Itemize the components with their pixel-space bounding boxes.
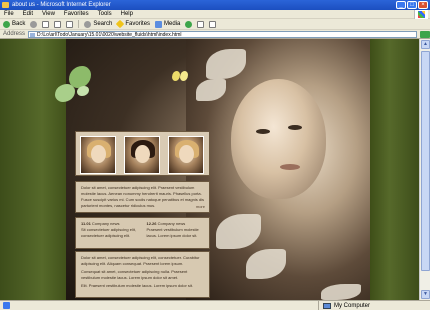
news-text: Praesent vestibulum molestie lacus. Lore… (146, 227, 199, 238)
stop-button[interactable] (42, 20, 50, 28)
status-bar: My Computer (0, 300, 430, 310)
news-title[interactable]: Company news (158, 221, 186, 226)
news-box: 11.01 Company news Sit consectetuer adip… (75, 217, 210, 249)
close-button[interactable]: × (418, 1, 428, 9)
windows-logo-icon (414, 10, 428, 19)
mail-button[interactable] (197, 20, 205, 28)
home-button[interactable] (66, 20, 74, 28)
menu-tools[interactable]: Tools (98, 11, 112, 17)
butterfly-yellow-icon (172, 69, 188, 85)
search-icon (84, 20, 92, 28)
maximize-button[interactable]: □ (407, 1, 417, 9)
print-icon (209, 20, 217, 28)
vertical-scrollbar[interactable]: ▲ ▼ (419, 39, 430, 300)
thumb-face (135, 145, 150, 163)
mail-icon (197, 20, 205, 28)
media-label: Media (164, 21, 181, 27)
security-zone: My Computer (318, 300, 371, 310)
back-button[interactable]: Back (3, 20, 26, 28)
refresh-button[interactable] (54, 20, 62, 28)
window-controls: _ □ × (396, 1, 428, 9)
thumbnail-2[interactable] (124, 136, 160, 174)
menu-favorites[interactable]: Favorites (64, 11, 89, 17)
go-button[interactable] (420, 30, 430, 38)
lips (280, 164, 300, 170)
right-page-background (370, 39, 419, 300)
back-arrow-icon (3, 20, 10, 28)
thumbnail-1[interactable] (80, 136, 116, 174)
news-item: 12.26 Company news Praesent vestibulum m… (147, 221, 205, 245)
favorites-label: Favorites (125, 21, 151, 27)
about-paragraph-2: Consequat sit amet, consectetuer adipisc… (81, 269, 188, 280)
news-title[interactable]: Company news (92, 221, 120, 226)
gallery-thumbnails (75, 131, 210, 176)
done-page-icon (3, 302, 10, 309)
menu-bar: File Edit View Favorites Tools Help (0, 10, 430, 19)
thumbnail-3[interactable] (168, 136, 204, 174)
thumb-face (179, 145, 194, 163)
butterfly-green-icon (55, 64, 100, 109)
minimize-button[interactable]: _ (396, 1, 406, 9)
star-icon (116, 19, 125, 29)
menu-help[interactable]: Help (121, 11, 133, 17)
address-url: D:\Lo\arl\Todo\January\15.01\0020\websit… (37, 31, 182, 38)
stop-icon (42, 20, 50, 28)
page-viewport: Dolor sit amet, consectetuer adipiscing … (0, 39, 419, 300)
toolbar: Back Search Favorites Media (0, 19, 430, 30)
menu-edit[interactable]: Edit (23, 11, 33, 17)
forward-arrow-icon (30, 20, 38, 28)
about-paragraph-3: Elit. Praesent vestibulum molestie lacus… (81, 283, 194, 288)
eye-right (288, 125, 302, 130)
media-icon (155, 20, 163, 28)
news-item: 11.01 Company news Sit consectetuer adip… (81, 221, 139, 245)
history-icon (185, 20, 193, 28)
zone-label: My Computer (334, 302, 371, 309)
print-button[interactable] (209, 20, 217, 28)
address-input[interactable]: D:\Lo\arl\Todo\January\15.01\0020\websit… (28, 30, 418, 38)
search-button[interactable]: Search (84, 20, 113, 28)
menu-file[interactable]: File (4, 11, 14, 17)
about-paragraph-1: Dolor sit amet, consectetuer adipiscing … (81, 255, 200, 266)
home-icon (66, 20, 74, 28)
intro-text: Dolor sit amet, consectetuer adipiscing … (81, 185, 204, 208)
news-text: Sit consectetuer adipiscing elit, consec… (81, 227, 136, 238)
menu-view[interactable]: View (42, 11, 55, 17)
scroll-down-button[interactable]: ▼ (421, 290, 430, 299)
page-icon (30, 32, 36, 37)
forward-button[interactable] (30, 20, 38, 28)
toolbar-separator (78, 20, 80, 28)
back-label: Back (12, 21, 26, 27)
more-link[interactable]: more (196, 204, 205, 210)
news-date: 12.26 (146, 221, 157, 226)
search-label: Search (93, 21, 113, 27)
about-box: Dolor sit amet, consectetuer adipiscing … (75, 251, 210, 298)
news-date: 11.01 (81, 221, 91, 226)
history-button[interactable] (185, 20, 193, 28)
thumb-face (91, 145, 106, 163)
window-title: about us - Microsoft Internet Explorer (12, 2, 111, 8)
refresh-icon (54, 20, 62, 28)
scroll-up-button[interactable]: ▲ (421, 40, 430, 49)
window-titlebar: about us - Microsoft Internet Explorer _… (0, 0, 430, 10)
eye-left (256, 129, 270, 134)
computer-icon (323, 302, 331, 309)
intro-box: Dolor sit amet, consectetuer adipiscing … (75, 181, 210, 213)
media-button[interactable]: Media (155, 20, 181, 28)
scroll-thumb[interactable] (421, 51, 430, 271)
address-bar: Address D:\Lo\arl\Todo\January\15.01\002… (0, 30, 430, 39)
ie-window-icon (2, 2, 9, 8)
address-label: Address (3, 31, 26, 37)
favorites-button[interactable]: Favorites (116, 19, 151, 29)
hero-face-image (231, 79, 326, 199)
